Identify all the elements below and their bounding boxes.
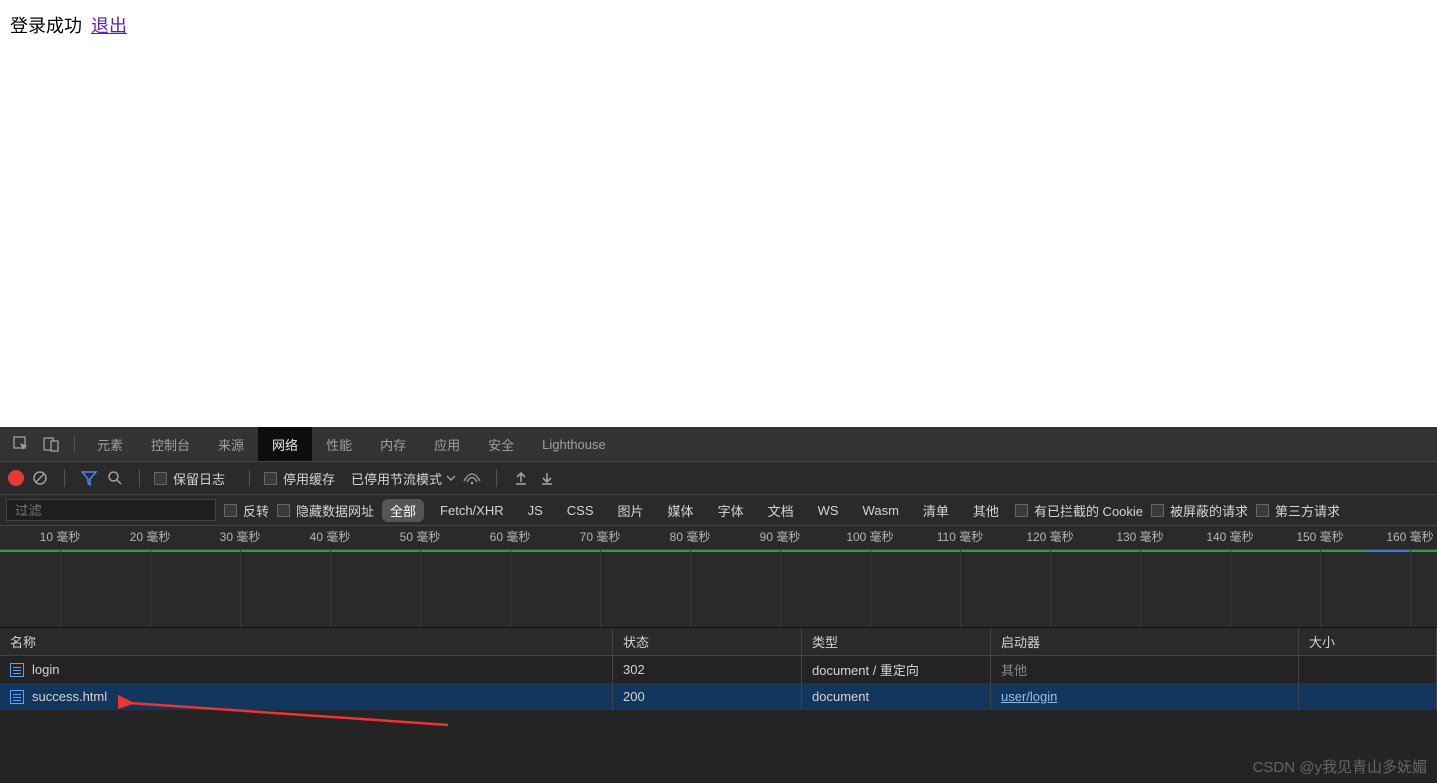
ruler-label: 130 毫秒: [1116, 528, 1163, 545]
ruler-label: 150 毫秒: [1296, 528, 1343, 545]
col-status[interactable]: 状态: [613, 628, 802, 655]
table-row[interactable]: login 302document / 重定向其他: [0, 656, 1437, 683]
ruler-label: 60 毫秒: [490, 528, 531, 545]
watermark-text: CSDN @y我见青山多妩媚: [1253, 756, 1427, 777]
divider: [74, 435, 75, 453]
type-fetch[interactable]: Fetch/XHR: [432, 501, 512, 520]
tab-security[interactable]: 安全: [474, 427, 528, 461]
ruler-label: 100 毫秒: [846, 528, 893, 545]
tab-sources[interactable]: 来源: [204, 427, 258, 461]
record-button[interactable]: [8, 470, 24, 486]
filter-bar: 反转 隐藏数据网址 全部 Fetch/XHR JS CSS 图片 媒体 字体 文…: [0, 495, 1437, 526]
tab-application[interactable]: 应用: [420, 427, 474, 461]
request-initiator: 其他: [991, 656, 1299, 683]
request-status: 200: [613, 683, 802, 710]
tab-performance[interactable]: 性能: [312, 427, 366, 461]
ruler-label: 20 毫秒: [130, 528, 171, 545]
type-js[interactable]: JS: [520, 501, 551, 520]
blocked-requests-checkbox[interactable]: 被屏蔽的请求: [1151, 501, 1248, 520]
request-size: [1299, 656, 1437, 683]
ruler-label: 80 毫秒: [670, 528, 711, 545]
disable-cache[interactable]: 停用缓存: [264, 469, 335, 488]
request-size: [1299, 683, 1437, 710]
devtools-tabstrip: 元素 控制台 来源 网络 性能 内存 应用 安全 Lighthouse: [0, 427, 1437, 461]
network-toolbar: 保留日志 停用缓存 已停用节流模式: [0, 461, 1437, 495]
invert-checkbox[interactable]: 反转: [224, 501, 269, 520]
device-toggle-icon[interactable]: [40, 433, 62, 455]
network-conditions-icon[interactable]: [462, 468, 482, 488]
blocked-cookies-checkbox[interactable]: 有已拦截的 Cookie: [1015, 501, 1143, 520]
request-type: document / 重定向: [802, 656, 991, 683]
success-text: 登录成功: [10, 16, 82, 36]
ruler-label: 140 毫秒: [1206, 528, 1253, 545]
type-other[interactable]: 其他: [965, 499, 1007, 522]
request-status: 302: [613, 656, 802, 683]
timeline-ruler[interactable]: 10 毫秒 20 毫秒 30 毫秒 40 毫秒 50 毫秒 60 毫秒 70 毫秒 80 毫秒…: [0, 526, 1437, 550]
type-ws[interactable]: WS: [810, 501, 847, 520]
ruler-label: 30 毫秒: [220, 528, 261, 545]
inspect-icon[interactable]: [10, 433, 32, 455]
ruler-label: 40 毫秒: [310, 528, 351, 545]
type-media[interactable]: 媒体: [660, 499, 702, 522]
request-name: success.html: [32, 689, 107, 704]
export-har-icon[interactable]: [537, 468, 557, 488]
preserve-log[interactable]: 保留日志: [154, 469, 225, 488]
col-size[interactable]: 大小: [1299, 628, 1437, 655]
request-name: login: [32, 662, 59, 677]
logout-link[interactable]: 退出: [91, 16, 127, 36]
ruler-label: 90 毫秒: [760, 528, 801, 545]
tab-memory[interactable]: 内存: [366, 427, 420, 461]
filter-input[interactable]: [6, 499, 216, 521]
third-party-checkbox[interactable]: 第三方请求: [1256, 501, 1340, 520]
type-css[interactable]: CSS: [559, 501, 602, 520]
tab-elements[interactable]: 元素: [83, 427, 137, 461]
search-icon[interactable]: [105, 468, 125, 488]
request-type: document: [802, 683, 991, 710]
devtools-panel: 元素 控制台 来源 网络 性能 内存 应用 安全 Lighthouse 保留日志…: [0, 427, 1437, 783]
page-content: 登录成功 退出: [0, 0, 1437, 50]
ruler-label: 70 毫秒: [580, 528, 621, 545]
type-doc[interactable]: 文档: [760, 499, 802, 522]
col-initiator[interactable]: 启动器: [991, 628, 1299, 655]
document-icon: [10, 663, 24, 677]
filter-icon[interactable]: [79, 468, 99, 488]
col-name[interactable]: 名称: [0, 628, 613, 655]
ruler-label: 50 毫秒: [400, 528, 441, 545]
type-wasm[interactable]: Wasm: [855, 501, 907, 520]
type-all[interactable]: 全部: [382, 499, 424, 522]
type-manifest[interactable]: 清单: [915, 499, 957, 522]
tab-network[interactable]: 网络: [258, 427, 312, 461]
import-har-icon[interactable]: [511, 468, 531, 488]
request-initiator[interactable]: user/login: [991, 683, 1299, 710]
ruler-label: 160 毫秒: [1386, 528, 1433, 545]
document-icon: [10, 690, 24, 704]
clear-button[interactable]: [30, 468, 50, 488]
type-img[interactable]: 图片: [610, 499, 652, 522]
tab-console[interactable]: 控制台: [137, 427, 204, 461]
col-type[interactable]: 类型: [802, 628, 991, 655]
ruler-label: 110 毫秒: [937, 528, 983, 545]
ruler-label: 120 毫秒: [1026, 528, 1073, 545]
type-font[interactable]: 字体: [710, 499, 752, 522]
hide-data-urls-checkbox[interactable]: 隐藏数据网址: [277, 501, 374, 520]
timeline-overview[interactable]: [0, 550, 1437, 628]
throttling-select[interactable]: 已停用节流模式: [351, 469, 456, 488]
table-header: 名称 状态 类型 启动器 大小: [0, 628, 1437, 656]
tab-lighthouse[interactable]: Lighthouse: [528, 427, 620, 461]
table-row[interactable]: success.html 200documentuser/login: [0, 683, 1437, 710]
ruler-label: 10 毫秒: [40, 528, 81, 545]
table-body: login 302document / 重定向其他 success.html 200d…: [0, 656, 1437, 710]
